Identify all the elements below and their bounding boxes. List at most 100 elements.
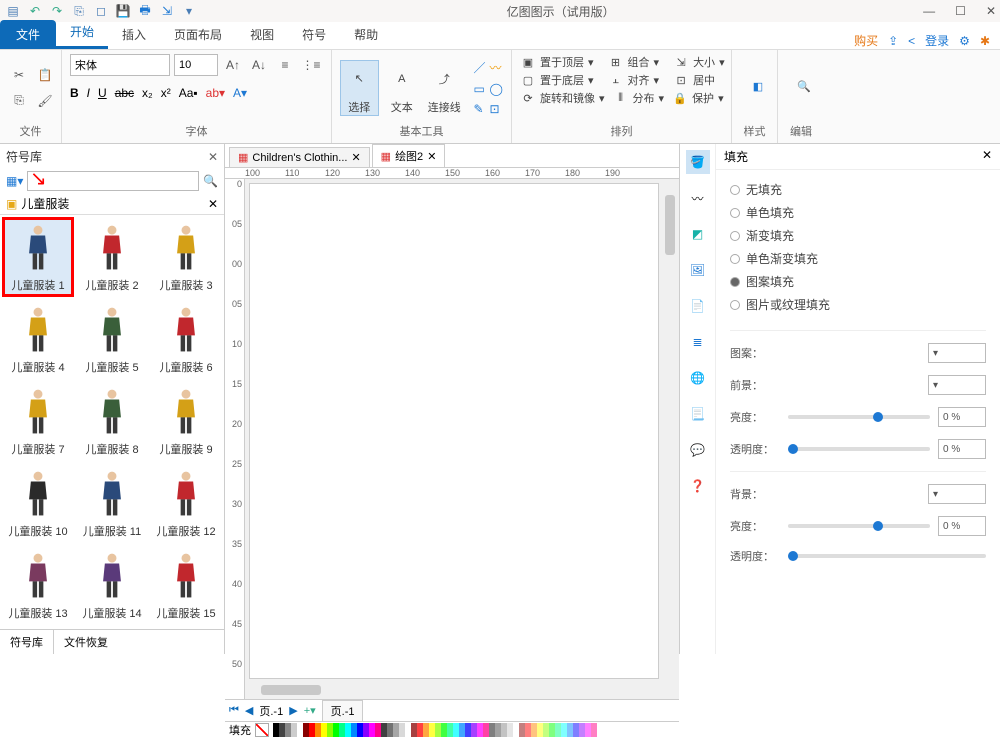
library-item[interactable]: 儿童服装 2 — [76, 217, 148, 297]
page-next-icon[interactable]: ▶ — [289, 704, 297, 717]
line-tab-icon[interactable]: 〰 — [686, 186, 710, 210]
page-add-icon[interactable]: +▾ — [304, 704, 316, 717]
opacity2-slider[interactable] — [788, 554, 986, 558]
circle-tool-icon[interactable]: ◯ — [490, 82, 503, 96]
case-button[interactable]: ab▾ — [206, 86, 225, 100]
qat-print-icon[interactable]: 🖶 — [136, 2, 154, 20]
font-size-select[interactable] — [174, 54, 218, 76]
underline-button[interactable]: U — [98, 86, 107, 100]
brightness-spin[interactable]: 0 % — [938, 407, 986, 427]
search-icon[interactable]: 🔍 — [203, 174, 218, 188]
library-item[interactable]: 儿童服装 12 — [150, 463, 222, 543]
share-icon[interactable]: ⇪ — [888, 34, 898, 48]
fill-option[interactable]: 单色填充 — [730, 201, 986, 224]
tab-insert[interactable]: 插入 — [108, 20, 160, 49]
category-close-icon[interactable]: ✕ — [208, 197, 218, 211]
library-menu-icon[interactable]: ▦▾ — [6, 174, 23, 188]
fill-option[interactable]: 图案填充 — [730, 270, 986, 293]
italic-button[interactable]: I — [87, 86, 90, 100]
no-fill-swatch[interactable] — [255, 723, 269, 737]
page-first-icon[interactable]: ⏮ — [229, 704, 239, 717]
format-painter-icon[interactable]: 🖌 — [34, 90, 56, 112]
fill-option[interactable]: 渐变填充 — [730, 224, 986, 247]
tab-home[interactable]: 开始 — [56, 17, 108, 49]
layer-tab-icon[interactable]: ≣ — [686, 330, 710, 354]
text-tool[interactable]: A文本 — [383, 61, 421, 115]
edit-button[interactable]: 🔍 — [786, 69, 822, 107]
scrollbar-horizontal[interactable] — [249, 683, 659, 697]
crop-tool-icon[interactable]: ⊡ — [490, 102, 503, 116]
superscript-button[interactable]: x² — [161, 86, 171, 100]
library-item[interactable]: 儿童服装 14 — [76, 545, 148, 625]
tab-file-recovery[interactable]: 文件恢复 — [54, 630, 118, 654]
library-item[interactable]: 儿童服装 3 — [150, 217, 222, 297]
brightness-slider[interactable] — [788, 415, 930, 419]
brightness2-spin[interactable]: 0 % — [938, 516, 986, 536]
close-icon[interactable]: ✕ — [427, 150, 436, 163]
library-item[interactable]: 儿童服装 1 — [2, 217, 74, 297]
maximize-button[interactable]: ☐ — [955, 4, 966, 18]
close-icon[interactable]: ✕ — [351, 151, 360, 164]
comment-tab-icon[interactable]: 💬 — [686, 438, 710, 462]
center-button[interactable]: ⊡居中 — [673, 72, 715, 88]
brightness2-slider[interactable] — [788, 524, 930, 528]
close-button[interactable]: ✕ — [986, 4, 996, 18]
pen-tool-icon[interactable]: ✎ — [474, 102, 486, 116]
paste-icon[interactable]: 📋 — [34, 64, 56, 86]
fill-tab-icon[interactable]: 🪣 — [686, 150, 710, 174]
subscript-button[interactable]: x₂ — [142, 86, 153, 100]
distribute-button[interactable]: ⫴分布▾ — [613, 90, 665, 106]
text-tab-icon[interactable]: 📄 — [686, 294, 710, 318]
pattern-combo[interactable]: ▾ — [928, 343, 986, 363]
library-item[interactable]: 儿童服装 11 — [76, 463, 148, 543]
doc-tab-2[interactable]: ▦绘图2✕ — [372, 144, 446, 167]
settings-icon[interactable]: ⚙ — [959, 34, 970, 48]
rect-tool-icon[interactable]: ▭ — [474, 82, 486, 96]
login-link[interactable]: 登录 — [925, 32, 949, 49]
strike-button[interactable]: abc — [115, 86, 134, 100]
library-item[interactable]: 儿童服装 5 — [76, 299, 148, 379]
highlight-button[interactable]: Aa▪ — [179, 86, 198, 100]
qat-export-icon[interactable]: ⇲ — [158, 2, 176, 20]
tab-view[interactable]: 视图 — [236, 20, 288, 49]
protect-button[interactable]: 🔒保护▾ — [672, 90, 724, 106]
library-item[interactable]: 儿童服装 8 — [76, 381, 148, 461]
shadow-tab-icon[interactable]: ◩ — [686, 222, 710, 246]
canvas-page[interactable] — [245, 179, 679, 699]
align-icon[interactable]: ≡ — [274, 54, 296, 76]
select-tool[interactable]: ↖选择 — [340, 60, 379, 116]
library-item[interactable]: 儿童服装 7 — [2, 381, 74, 461]
group-button[interactable]: ⊞组合▾ — [608, 54, 660, 70]
fill-option[interactable]: 无填充 — [730, 178, 986, 201]
tab-layout[interactable]: 页面布局 — [160, 20, 236, 49]
qat-more-icon[interactable]: ▾ — [180, 2, 198, 20]
library-item[interactable]: 儿童服装 9 — [150, 381, 222, 461]
bring-front-button[interactable]: ▣置于顶层▾ — [520, 54, 594, 70]
fill-option[interactable]: 图片或纹理填充 — [730, 293, 986, 316]
library-item[interactable]: 儿童服装 4 — [2, 299, 74, 379]
scrollbar-vertical[interactable] — [663, 183, 677, 679]
color-swatches[interactable] — [273, 723, 597, 737]
qat-new-icon[interactable]: ▤ — [4, 2, 22, 20]
web-tab-icon[interactable]: 🌐 — [686, 366, 710, 390]
opacity-slider[interactable] — [788, 447, 930, 451]
page-prev-icon[interactable]: ◀ — [245, 704, 253, 717]
bold-button[interactable]: B — [70, 86, 79, 100]
opacity-spin[interactable]: 0 % — [938, 439, 986, 459]
fill-option[interactable]: 单色渐变填充 — [730, 247, 986, 270]
increase-font-icon[interactable]: A↑ — [222, 54, 244, 76]
tab-symbol[interactable]: 符号 — [288, 20, 340, 49]
copy-icon[interactable]: ⎘ — [8, 90, 30, 112]
library-item[interactable]: 儿童服装 6 — [150, 299, 222, 379]
size-button[interactable]: ⇲大小▾ — [673, 54, 725, 70]
fill-close-icon[interactable]: ✕ — [982, 148, 992, 165]
doc-tab-1[interactable]: ▦Children's Clothin...✕ — [229, 147, 370, 167]
background-combo[interactable]: ▾ — [928, 484, 986, 504]
file-menu[interactable]: 文件 — [0, 20, 56, 49]
share2-icon[interactable]: < — [908, 34, 915, 48]
tab-symbol-library[interactable]: 符号库 — [0, 630, 54, 654]
send-back-button[interactable]: ▢置于底层▾ — [520, 72, 594, 88]
qat-save-icon[interactable]: 💾 — [114, 2, 132, 20]
tab-help[interactable]: 帮助 — [340, 20, 392, 49]
library-item[interactable]: 儿童服装 13 — [2, 545, 74, 625]
